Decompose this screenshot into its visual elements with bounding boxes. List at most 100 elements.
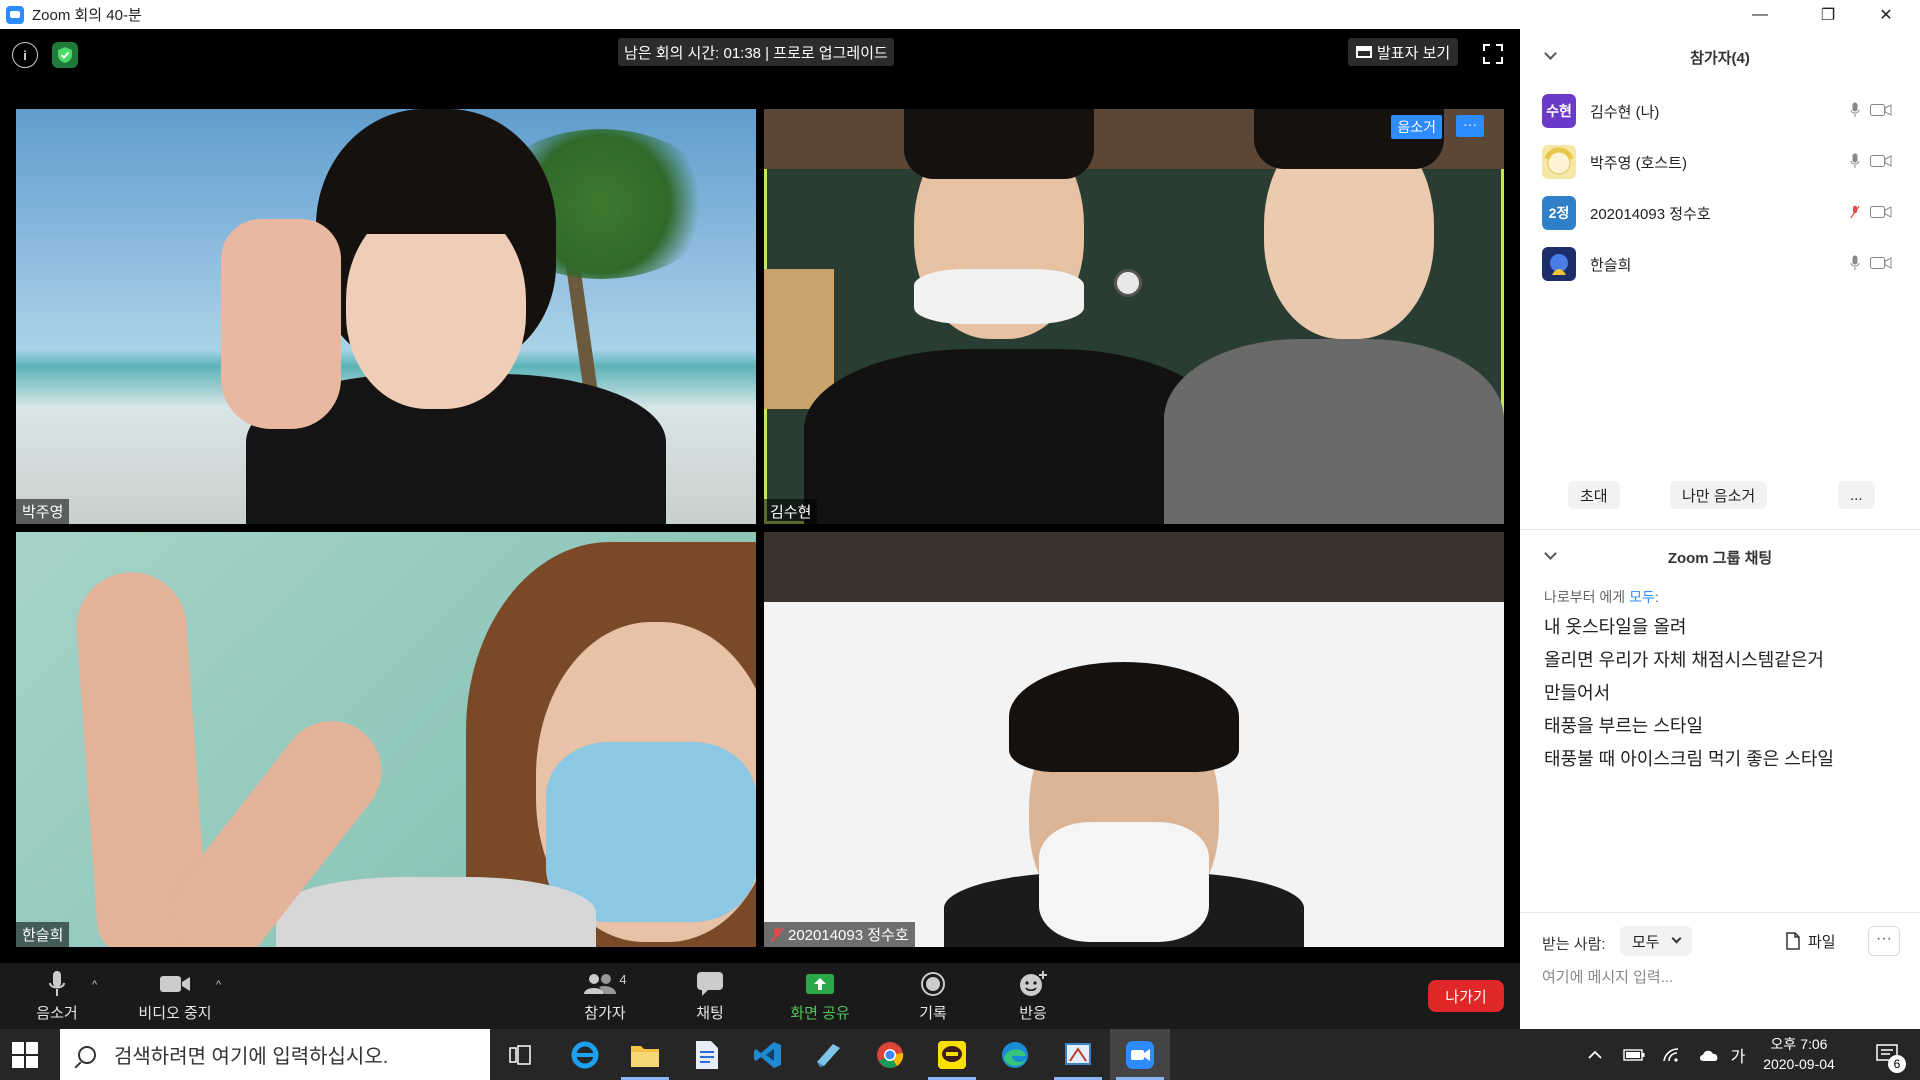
video-camera-icon[interactable]	[1870, 154, 1892, 168]
taskbar-search-box[interactable]: 검색하려면 여기에 입력하십시오.	[60, 1029, 490, 1080]
video-camera-icon[interactable]	[1870, 256, 1892, 270]
microphone-icon[interactable]	[1850, 102, 1860, 118]
onedrive-cloud-icon[interactable]	[1694, 1029, 1724, 1080]
file-explorer-icon[interactable]	[615, 1029, 675, 1080]
participants-count: 4	[619, 971, 627, 987]
tile-name-label: 한슬희	[16, 922, 70, 947]
tray-chevron-up-icon[interactable]	[1580, 1029, 1610, 1080]
muted-mic-icon[interactable]	[1850, 204, 1860, 220]
avatar: 2정	[1542, 196, 1576, 230]
video-tile-parkjuyoung[interactable]: 박주영	[16, 109, 756, 524]
record-button[interactable]: 기록	[888, 963, 978, 1029]
collapse-chevron-icon[interactable]	[1544, 547, 1557, 560]
invite-button[interactable]: 초대	[1568, 481, 1620, 509]
video-options-chevron-icon[interactable]: ^	[216, 979, 221, 991]
file-icon	[1786, 932, 1800, 950]
person-mask	[1039, 822, 1209, 942]
person2-body	[1164, 339, 1504, 524]
video-camera-icon[interactable]	[1870, 205, 1892, 219]
reactions-label: 반응	[1019, 1005, 1047, 1022]
chat-button[interactable]: 채팅	[665, 963, 755, 1029]
person1-mask	[914, 269, 1084, 324]
video-camera-icon[interactable]	[1870, 103, 1892, 117]
clock-date: 2020-09-04	[1763, 1056, 1835, 1072]
share-screen-label: 화면 공유	[790, 1005, 850, 1022]
recipient-select[interactable]: 모두	[1620, 926, 1692, 956]
speaker-view-label: 발표자 보기	[1377, 44, 1451, 62]
video-tile-hanseulhui[interactable]: 한슬희	[16, 532, 756, 947]
document-app-icon[interactable]	[677, 1029, 737, 1080]
chat-more-button[interactable]: ···	[1868, 926, 1900, 956]
search-placeholder: 검색하려면 여기에 입력하십시오.	[114, 1046, 389, 1068]
meeting-timer[interactable]: 남은 회의 시간: 01:38 | 프로로 업그레이드	[618, 38, 894, 66]
vscode-icon[interactable]	[738, 1029, 798, 1080]
fullscreen-icon[interactable]	[1483, 44, 1503, 64]
panel-divider	[1520, 529, 1920, 530]
chat-label: 채팅	[696, 1005, 724, 1022]
mute-options-chevron-icon[interactable]: ^	[92, 979, 97, 991]
mute-participant-button[interactable]: 음소거	[1391, 115, 1442, 139]
person1-hair	[904, 109, 1094, 179]
wifi-icon[interactable]	[1656, 1029, 1686, 1080]
notification-center-icon[interactable]: 6	[1866, 1029, 1910, 1080]
mute-button[interactable]: 음소거	[12, 963, 102, 1029]
meeting-toolbar: 음소거 ^ 비디오 중지 ^ 4 참가자 채팅 화면 공유 기록 반응 나가기	[0, 963, 1520, 1029]
microphone-icon	[48, 969, 66, 999]
taskbar-clock[interactable]: 오후 7:06 2020-09-04	[1744, 1034, 1854, 1074]
leave-meeting-button[interactable]: 나가기	[1428, 980, 1504, 1012]
windows-start-icon[interactable]	[12, 1042, 38, 1068]
microphone-icon[interactable]	[1850, 153, 1860, 169]
avatar	[1542, 145, 1576, 179]
remote-desktop-icon[interactable]	[798, 1029, 858, 1080]
tile-name-label: 김수현	[764, 499, 818, 524]
file-button[interactable]: 파일	[1786, 926, 1836, 956]
restore-button[interactable]: ❐	[1804, 0, 1852, 29]
window-titlebar: Zoom 회의 40-분 — ❐ ✕	[0, 0, 1920, 29]
person1-body	[804, 349, 1224, 524]
shield-icon[interactable]	[52, 42, 78, 68]
stop-video-button[interactable]: 비디오 중지	[130, 963, 220, 1029]
reactions-button[interactable]: 반응	[988, 963, 1078, 1029]
notification-count-badge: 6	[1888, 1055, 1906, 1073]
minimize-button[interactable]: —	[1736, 0, 1784, 29]
video-tile-kimsuhyeon[interactable]: 음소거 ··· 김수현	[764, 109, 1504, 524]
chat-bubble-icon	[696, 969, 724, 999]
tile-more-button[interactable]: ···	[1456, 115, 1484, 137]
background-poster	[764, 269, 834, 409]
zoom-taskbar-icon[interactable]	[1110, 1029, 1170, 1080]
speaker-view-button[interactable]: 발표자 보기	[1348, 38, 1459, 66]
person-bangs	[336, 169, 536, 234]
tile-name-label: 202014093 정수호	[764, 922, 915, 947]
participant-row[interactable]: 박주영 (호스트)	[1542, 144, 1902, 180]
chat-input-divider	[1520, 912, 1920, 913]
kakaotalk-icon[interactable]	[922, 1029, 982, 1080]
video-camera-icon	[159, 969, 191, 999]
task-view-icon[interactable]	[490, 1029, 550, 1080]
share-screen-button[interactable]: 화면 공유	[775, 963, 865, 1029]
chat-message-input[interactable]: 여기에 메시지 입력...	[1542, 966, 1673, 987]
participants-more-button[interactable]: ...	[1838, 481, 1875, 509]
share-screen-icon	[805, 969, 835, 999]
participants-button[interactable]: 4 참가자	[560, 963, 650, 1029]
chrome-icon[interactable]	[860, 1029, 920, 1080]
background-clock	[1114, 269, 1142, 297]
collapse-chevron-icon[interactable]	[1544, 47, 1557, 60]
mute-label: 음소거	[36, 1005, 78, 1022]
participant-name: 202014093 정수호	[1590, 205, 1711, 223]
mute-me-button[interactable]: 나만 음소거	[1670, 481, 1768, 509]
video-tile-jeongsuho[interactable]: 202014093 정수호	[764, 532, 1504, 947]
info-icon[interactable]: i	[12, 42, 38, 68]
chat-message-meta: 나로부터 에게 모두:	[1544, 589, 1659, 605]
participant-row[interactable]: 한슬희	[1542, 246, 1902, 282]
close-button[interactable]: ✕	[1862, 0, 1910, 29]
participant-row[interactable]: 수현 김수현 (나)	[1542, 93, 1902, 129]
participant-row[interactable]: 2정 202014093 정수호	[1542, 195, 1902, 231]
record-label: 기록	[919, 1005, 947, 1022]
edge-icon[interactable]	[985, 1029, 1045, 1080]
stop-video-label: 비디오 중지	[138, 1005, 212, 1022]
internet-explorer-icon[interactable]	[555, 1029, 615, 1080]
snipping-tool-icon[interactable]	[1048, 1029, 1108, 1080]
windows-taskbar: 검색하려면 여기에 입력하십시오. 가 오후 7:06 2020-09-04 6	[0, 1029, 1920, 1080]
battery-icon[interactable]	[1618, 1029, 1650, 1080]
microphone-icon[interactable]	[1850, 255, 1860, 271]
